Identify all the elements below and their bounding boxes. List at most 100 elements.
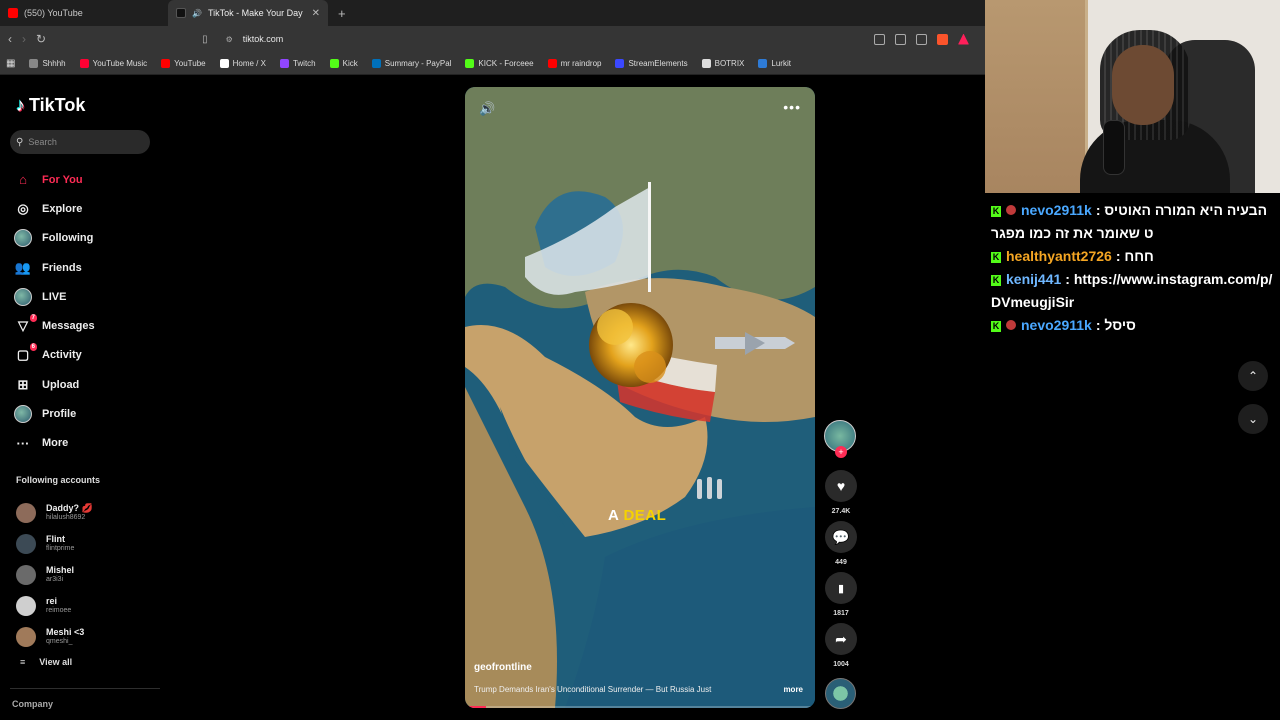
company-link[interactable]: Company — [12, 699, 53, 709]
bookmark-item[interactable]: Home / X — [219, 58, 266, 68]
bookmark-item[interactable]: Twitch — [279, 58, 316, 68]
more-icon: ··· — [16, 435, 30, 451]
like-button[interactable]: ♥ — [825, 470, 857, 502]
sidebar-item-friends[interactable]: 👥 Friends — [14, 253, 154, 282]
bookmark-item[interactable]: KICK - Forceee — [465, 58, 534, 68]
bookmark-item[interactable]: Shhhh — [29, 58, 66, 68]
bookmark-favicon-icon — [161, 58, 171, 68]
subscriber-badge-icon — [1006, 205, 1016, 215]
live-avatar-icon — [14, 287, 32, 306]
bookmark-item[interactable]: mr raindrop — [547, 58, 601, 68]
view-all-label: View all — [39, 657, 73, 667]
sidebar-item-for-you[interactable]: ⌂ For You — [14, 165, 154, 194]
following-accounts-title: Following accounts — [16, 475, 101, 485]
following-account-item[interactable]: Daddy? 💋 hilalush8692 — [16, 497, 93, 528]
music-disc-icon[interactable] — [825, 678, 856, 709]
search-box[interactable]: ⚲ Search — [10, 130, 150, 154]
sidebar-item-live[interactable]: LIVE — [14, 282, 154, 311]
tiktok-logo[interactable]: ♪ TikTok — [16, 95, 85, 116]
follow-plus-icon[interactable]: + — [835, 446, 847, 458]
sidebar-item-following[interactable]: Following — [14, 224, 154, 253]
comment-button[interactable]: 💬 — [825, 521, 857, 553]
tab-title: TikTok - Make Your Day — [207, 8, 303, 18]
browser-window: (550) YouTube 🔊 TikTok - Make Your Day ✕… — [0, 0, 985, 720]
chevron-up-icon: ⌃ — [1247, 369, 1259, 383]
heart-icon: ♥ — [836, 478, 846, 494]
forward-icon[interactable]: › — [22, 32, 26, 46]
bookmark-item[interactable]: Kick — [329, 58, 358, 68]
creator-avatar[interactable]: + — [824, 420, 856, 458]
sidebar-item-profile[interactable]: Profile — [14, 399, 154, 428]
bookmark-label: StreamElements — [628, 58, 688, 68]
view-all-button[interactable]: ≡ View all — [20, 657, 72, 667]
sidebar-item-upload[interactable]: ⊞ Upload — [14, 370, 154, 399]
bookmark-item[interactable]: Lurkit — [758, 58, 791, 68]
sidebar-item-label: For You — [42, 173, 83, 186]
reload-icon[interactable]: ↻ — [36, 32, 46, 46]
kick-badge-icon: K — [991, 206, 1001, 217]
avatar — [16, 626, 36, 647]
kick-badge-icon: K — [991, 275, 1001, 286]
overlay-word-deal: DEAL — [623, 507, 667, 524]
address-bar[interactable]: ⚙ tiktok.com — [218, 29, 977, 49]
sidebar-item-more[interactable]: ··· More — [14, 429, 154, 458]
following-account-item[interactable]: Mishel ar3i3i — [16, 559, 93, 590]
bookmark-item[interactable]: StreamElements — [615, 58, 688, 68]
account-text: Meshi <3 qmeshi_ — [46, 627, 84, 646]
close-tab-icon[interactable]: ✕ — [312, 8, 320, 19]
share-button[interactable]: ➦ — [825, 623, 857, 655]
apps-grid-icon[interactable]: ▦ — [6, 58, 15, 69]
brave-shield-icon[interactable] — [937, 33, 948, 45]
account-text: rei reimoee — [46, 596, 71, 615]
scroll-down-button[interactable]: ⌄ — [1238, 404, 1268, 434]
back-icon[interactable]: ‹ — [8, 32, 12, 46]
bookmark-icon[interactable]: ▯ — [202, 34, 208, 45]
upload-icon: ⊞ — [17, 376, 29, 392]
tab-youtube[interactable]: (550) YouTube — [0, 0, 168, 26]
video-player[interactable]: 🔊 ••• A DEAL geofrontline Trump Demands … — [465, 87, 815, 708]
video-progress-fill — [465, 706, 486, 708]
chat-username[interactable]: kenij441 — [1006, 271, 1061, 287]
video-progress[interactable] — [465, 706, 815, 708]
following-account-item[interactable]: Flint flintprime — [16, 528, 93, 559]
sidebar-item-label: Activity — [42, 349, 82, 362]
volume-icon[interactable]: 🔊 — [479, 101, 495, 117]
chat-username[interactable]: nevo2911k — [1021, 202, 1092, 218]
new-tab-button[interactable]: + — [328, 6, 356, 21]
cast-icon[interactable] — [895, 33, 906, 45]
avatar — [16, 502, 36, 523]
scroll-up-button[interactable]: ⌃ — [1238, 361, 1268, 391]
sidebar-item-explore[interactable]: ◎ Explore — [14, 194, 154, 223]
bookmark-label: Lurkit — [771, 58, 791, 68]
bookmark-favicon-icon — [329, 58, 339, 68]
video-caption: Trump Demands Iran's Unconditional Surre… — [474, 685, 712, 694]
chat-username[interactable]: nevo2911k — [1021, 317, 1092, 333]
more-options-icon[interactable]: ••• — [783, 99, 801, 115]
bookmark-item[interactable]: YouTube Music — [79, 58, 148, 68]
site-info-icon[interactable]: ⚙ — [226, 35, 233, 44]
bookmark-label: YouTube Music — [92, 58, 148, 68]
brave-rewards-icon[interactable] — [958, 33, 969, 45]
chat-username[interactable]: healthyantt2726 — [1006, 248, 1112, 264]
bookmark-item[interactable]: Summary - PayPal — [371, 58, 451, 68]
sidebar-item-activity[interactable]: ▢ 6 Activity — [14, 341, 154, 370]
translate-icon[interactable] — [874, 33, 885, 45]
account-name: Daddy? 💋 — [46, 503, 93, 513]
following-account-item[interactable]: Meshi <3 qmeshi_ — [16, 621, 93, 652]
bookmark-item[interactable]: YouTube — [161, 58, 206, 68]
friends-icon: 👥 — [14, 259, 32, 275]
video-author[interactable]: geofrontline — [474, 662, 532, 673]
kick-badge-icon: K — [991, 252, 1001, 263]
bookmark-favicon-icon — [758, 58, 768, 68]
browser-toolbar: ‹ › ↻ ▯ ⚙ tiktok.com — [0, 26, 985, 52]
share-icon[interactable] — [916, 33, 927, 45]
bookmark-item[interactable]: BOTRIX — [701, 58, 744, 68]
chat-message: Kkenij441: https://www.instagram.com/p/D… — [991, 268, 1274, 314]
tab-tiktok[interactable]: 🔊 TikTok - Make Your Day ✕ — [168, 0, 328, 26]
bookmark-favicon-icon — [29, 58, 39, 68]
sidebar-item-messages[interactable]: ▽ 7 Messages — [14, 311, 154, 340]
following-account-item[interactable]: rei reimoee — [16, 590, 93, 621]
save-button[interactable]: ▮ — [825, 572, 857, 604]
caption-more-button[interactable]: more — [783, 685, 803, 694]
compass-icon: ◎ — [17, 200, 29, 216]
